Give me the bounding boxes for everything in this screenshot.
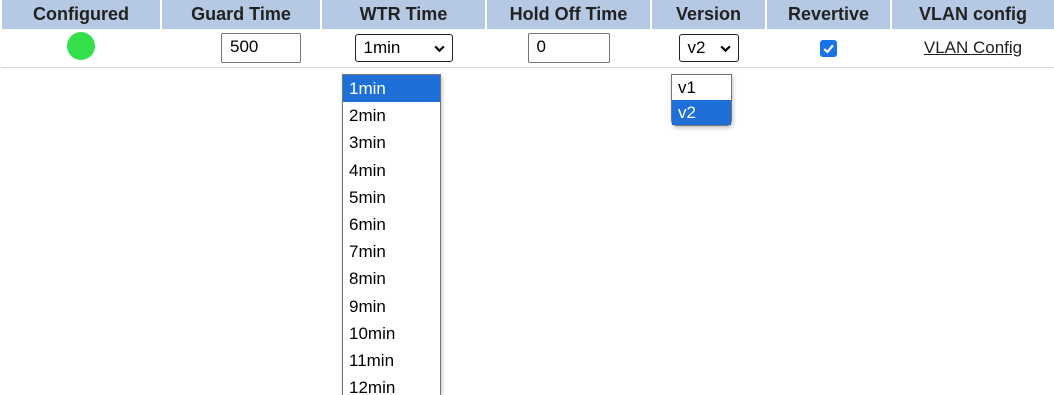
header-guard-time: Guard Time xyxy=(160,0,322,29)
header-configured: Configured xyxy=(0,0,162,29)
revertive-checkbox[interactable] xyxy=(820,40,837,58)
wtr-time-option[interactable]: 6min xyxy=(343,211,440,238)
hold-off-time-cell: 0 xyxy=(486,29,651,68)
version-value: v2 xyxy=(687,38,706,57)
header-row: Configured Guard Time WTR Time Hold Off … xyxy=(0,0,1054,29)
header-version: Version xyxy=(650,0,767,29)
wtr-time-option[interactable]: 5min xyxy=(343,184,440,211)
wtr-time-option[interactable]: 8min xyxy=(343,265,440,292)
chevron-down-icon xyxy=(719,45,731,52)
wtr-time-option[interactable]: 4min xyxy=(343,157,440,184)
version-cell: v2 xyxy=(651,29,766,68)
guard-time-input[interactable]: 500 xyxy=(221,33,301,63)
header-vlan-config: VLAN config xyxy=(890,0,1054,29)
version-select[interactable]: v2 xyxy=(678,34,739,62)
wtr-time-option[interactable]: 1min xyxy=(343,75,440,103)
wtr-time-value: 1min xyxy=(363,38,401,57)
wtr-time-select[interactable]: 1min xyxy=(354,34,453,62)
hold-off-time-input[interactable]: 0 xyxy=(527,33,610,63)
configured-status-icon xyxy=(67,31,95,60)
version-dropdown-list: v1 v2 xyxy=(671,74,732,126)
vlan-config-link[interactable]: VLAN Config xyxy=(924,38,1022,57)
wtr-time-option[interactable]: 7min xyxy=(343,238,440,265)
header-wtr-time: WTR Time xyxy=(320,0,487,29)
revertive-cell xyxy=(766,29,891,68)
wtr-time-option[interactable]: 11min xyxy=(343,347,440,374)
wtr-time-option[interactable]: 3min xyxy=(343,129,440,156)
wtr-time-dropdown-list: 1min 2min 3min 4min 5min 6min 7min 8min 9min 10mi… xyxy=(342,74,441,395)
checkmark-icon xyxy=(823,44,834,54)
table-row: 500 1min 0 v2 VLAN Config xyxy=(1,29,1054,68)
header-revertive: Revertive xyxy=(765,0,892,29)
version-option[interactable]: v1 xyxy=(672,75,731,100)
header-hold-off-time: Hold Off Time xyxy=(485,0,652,29)
version-option[interactable]: v2 xyxy=(672,100,731,125)
wtr-time-option[interactable]: 12min xyxy=(343,374,440,395)
vlan-config-cell: VLAN Config xyxy=(891,29,1054,68)
chevron-down-icon xyxy=(433,45,445,52)
configured-cell xyxy=(1,29,161,68)
wtr-time-option[interactable]: 2min xyxy=(343,102,440,129)
wtr-time-option[interactable]: 9min xyxy=(343,293,440,320)
wtr-time-cell: 1min xyxy=(321,29,486,68)
ring-config-table: Configured Guard Time WTR Time Hold Off … xyxy=(0,0,1054,68)
guard-time-cell: 500 xyxy=(161,29,321,68)
wtr-time-option[interactable]: 10min xyxy=(343,320,440,347)
